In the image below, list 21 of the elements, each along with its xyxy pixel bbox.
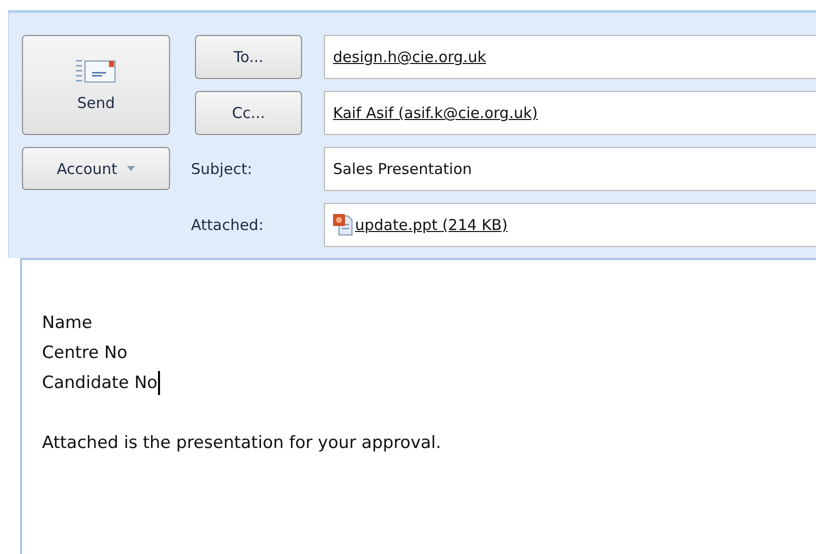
attachment-link[interactable]: update.ppt (214 KB) — [355, 216, 508, 234]
caret-icon — [127, 166, 136, 171]
body-text: Attached is the presentation for your approval. — [42, 433, 442, 453]
subject-label: Subject: — [191, 160, 254, 178]
recipient-link[interactable]: Kaif Asif (asif.k@cie.org.uk) — [333, 104, 538, 122]
address-button[interactable]: To... — [195, 35, 302, 79]
body-text: Candidate No — [42, 373, 158, 393]
presentation-file-icon — [333, 214, 353, 236]
attached-label: Attached: — [191, 216, 265, 234]
body-text: Name — [42, 313, 92, 333]
subject-field[interactable]: Sales Presentation — [324, 147, 816, 191]
recipient-link[interactable]: design.h@cie.org.uk — [333, 48, 486, 66]
body-text: Centre No — [42, 343, 128, 363]
envelope-icon — [76, 58, 116, 84]
address-field[interactable]: design.h@cie.org.uk — [324, 35, 816, 79]
message-body[interactable]: Name Centre No Candidate No Attached is the presentation for your approval. — [20, 258, 816, 554]
text-cursor — [158, 371, 160, 395]
account-button[interactable]: Account — [22, 147, 170, 190]
address-field[interactable]: Kaif Asif (asif.k@cie.org.uk) — [324, 91, 816, 135]
send-button[interactable]: Send — [22, 35, 170, 135]
address-button[interactable]: Cc... — [195, 91, 302, 135]
